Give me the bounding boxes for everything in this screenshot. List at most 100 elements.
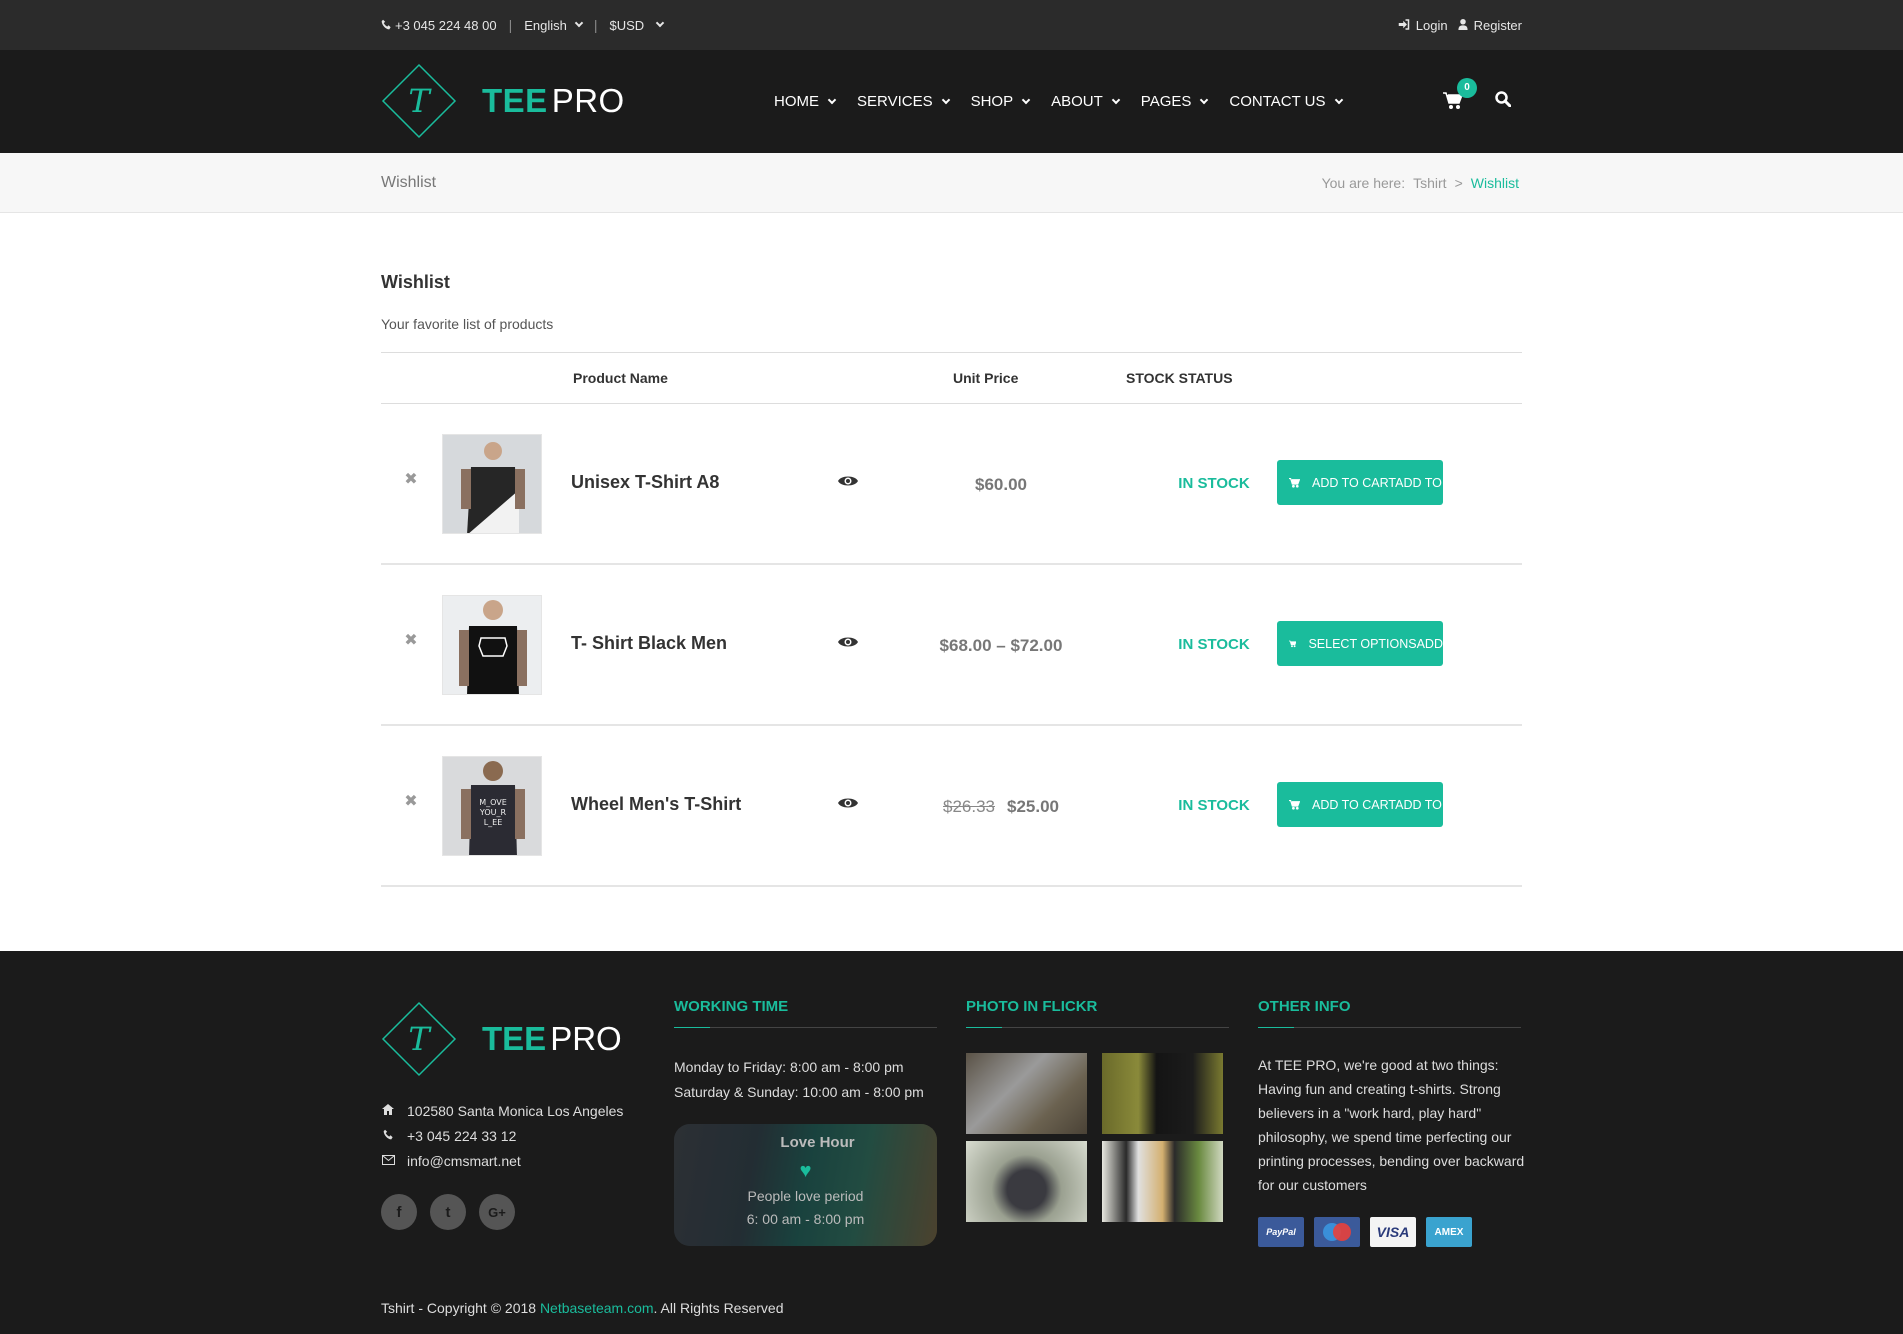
amex-icon: AMEX [1426,1217,1472,1247]
nav-about[interactable]: ABOUT [1051,93,1121,110]
nav-home[interactable]: HOME [774,93,837,110]
flickr-heading: PHOTO IN FLICKR [966,998,1229,1028]
copyright: Tshirt - Copyright © 2018 Netbaseteam.co… [381,1300,784,1316]
breadcrumb-prefix: You are here: [1321,175,1406,191]
nav-contact-us[interactable]: CONTACT US [1229,93,1343,110]
heading-divider [966,1027,1229,1028]
quick-view-eye-icon[interactable] [838,474,858,488]
chevron-down-icon [1111,95,1121,104]
chevron-down-icon [655,18,665,28]
table-row: ✖ T- Shirt Black Men $68.00 – $72.00 IN … [381,565,1522,726]
top-bar: +3 045 224 48 00 | English | $USD Login … [0,0,1903,50]
flickr-photo[interactable] [966,1141,1087,1222]
product-image[interactable]: M_OVE YOU_R L_EE [442,756,542,856]
breadcrumb-page-title: Wishlist [381,174,437,191]
netbaseteam-link[interactable]: Netbaseteam.com [540,1300,654,1316]
footer-email-link[interactable]: info@cmsmart.net [407,1153,521,1169]
cart-button[interactable]: 0 [1443,77,1477,112]
column-product-name: Product Name [573,370,668,386]
wishlist-title: Wishlist [381,272,450,292]
cart-icon [1289,477,1300,488]
working-time-heading: WORKING TIME [674,998,937,1028]
brand-light: PRO [550,1020,622,1057]
facebook-icon[interactable]: f [381,1194,417,1230]
chevron-down-icon [941,95,950,104]
svg-text:T: T [408,1020,432,1058]
column-stock-status: STOCK STATUS [1126,370,1233,386]
sign-in-icon [1398,18,1410,33]
chevron-down-icon [1021,95,1031,104]
flickr-gallery [966,1053,1223,1222]
breadcrumb-bar: Wishlist You are here: Tshirt > Wishlist [0,153,1903,213]
site-footer: T TEE PRO 102580 Santa Monica Los Angeles… [0,951,1903,1334]
breadcrumb-separator: > [1454,175,1463,191]
breadcrumb-item-tshirt[interactable]: Tshirt [1413,175,1446,191]
divider: | [593,17,598,33]
remove-icon[interactable]: ✖ [403,794,419,810]
register-link[interactable]: Register [1457,18,1522,33]
nav-services[interactable]: SERVICES [857,93,950,110]
main-nav: HOME SERVICES SHOP ABOUT PAGES CONTACT U… [774,50,1364,153]
wishlist-table: Product Name Unit Price STOCK STATUS ✖ U… [381,352,1522,887]
currency-selector[interactable]: $USD [610,18,665,33]
product-name-link[interactable]: Wheel Men's T-Shirt [571,726,741,883]
remove-icon[interactable]: ✖ [403,633,419,649]
unit-price: $26.33 $25.00 [881,726,1121,887]
phone-icon [381,18,392,33]
paypal-icon: PayPal [1258,1217,1304,1247]
chevron-down-icon [1334,95,1343,104]
social-links: f t G+ [381,1194,515,1230]
remove-icon[interactable]: ✖ [403,472,419,488]
svg-text:L_EE: L_EE [484,818,503,827]
flickr-photo[interactable] [1102,1053,1223,1134]
user-icon [1457,18,1468,33]
site-logo[interactable]: T TEE PRO [381,63,625,139]
about-text: At TEE PRO, we're good at two things: Ha… [1258,1057,1525,1193]
chevron-down-icon [1200,95,1209,104]
wishlist-subtitle: Your favorite list of products [381,316,554,332]
google-plus-icon[interactable]: G+ [479,1194,515,1230]
svg-text:M_OVE: M_OVE [479,798,507,807]
envelope-icon [381,1153,395,1168]
heading-divider [1258,1027,1521,1028]
product-name-link[interactable]: T- Shirt Black Men [571,565,727,722]
chevron-down-icon [827,95,837,104]
product-name-link[interactable]: Unisex T-Shirt A8 [571,404,719,561]
table-row: ✖ M_OVE YOU_R L_EE Wheel Men's T-Shirt $… [381,726,1522,887]
add-to-cart-button[interactable]: ADD TO CARTADD TO [1277,782,1443,827]
flickr-photo[interactable] [1102,1141,1223,1222]
nav-shop[interactable]: SHOP [971,93,1031,110]
table-row: ✖ Unisex T-Shirt A8 $60.00 IN STOCK ADD … [381,404,1522,565]
maestro-icon [1314,1217,1360,1247]
payment-methods: PayPal VISA AMEX [1258,1217,1472,1247]
unit-price: $68.00 – $72.00 [939,636,1063,655]
heart-icon: ♥ [799,1160,812,1182]
column-unit-price: Unit Price [953,370,1019,386]
quick-view-eye-icon[interactable] [838,796,858,810]
login-link[interactable]: Login [1398,18,1448,33]
language-selector[interactable]: English [524,18,584,33]
product-image[interactable] [442,595,542,695]
select-options-button[interactable]: SELECT OPTIONSADD [1277,621,1443,666]
love-hour-banner: Love Hour ♥ People love period 6: 00 am … [674,1124,937,1246]
home-icon [381,1103,395,1118]
flickr-photo[interactable] [966,1053,1087,1134]
brand-bold: TEE [482,82,548,119]
brand-light: PRO [551,82,625,119]
search-button[interactable] [1495,91,1512,112]
footer-logo[interactable]: T TEE PRO [381,1001,622,1077]
visa-icon: VISA [1370,1217,1416,1247]
working-hours: Monday to Friday: 8:00 am - 8:00 pm Satu… [674,1059,924,1100]
product-image[interactable] [442,434,542,534]
other-info-heading: OTHER INFO [1258,998,1521,1028]
nav-pages[interactable]: PAGES [1141,93,1209,110]
main-header: T TEE PRO HOME SERVICES SHOP ABOUT PAGES … [0,50,1903,153]
breadcrumb-item-wishlist: Wishlist [1470,175,1519,191]
svg-text:T: T [408,82,432,120]
twitter-icon[interactable]: t [430,1194,466,1230]
logo-diamond-icon: T [381,1001,457,1077]
quick-view-eye-icon[interactable] [838,635,858,649]
svg-text:YOU_R: YOU_R [479,808,507,817]
unit-price: $60.00 [975,475,1027,494]
add-to-cart-button[interactable]: ADD TO CARTADD TO [1277,460,1443,505]
